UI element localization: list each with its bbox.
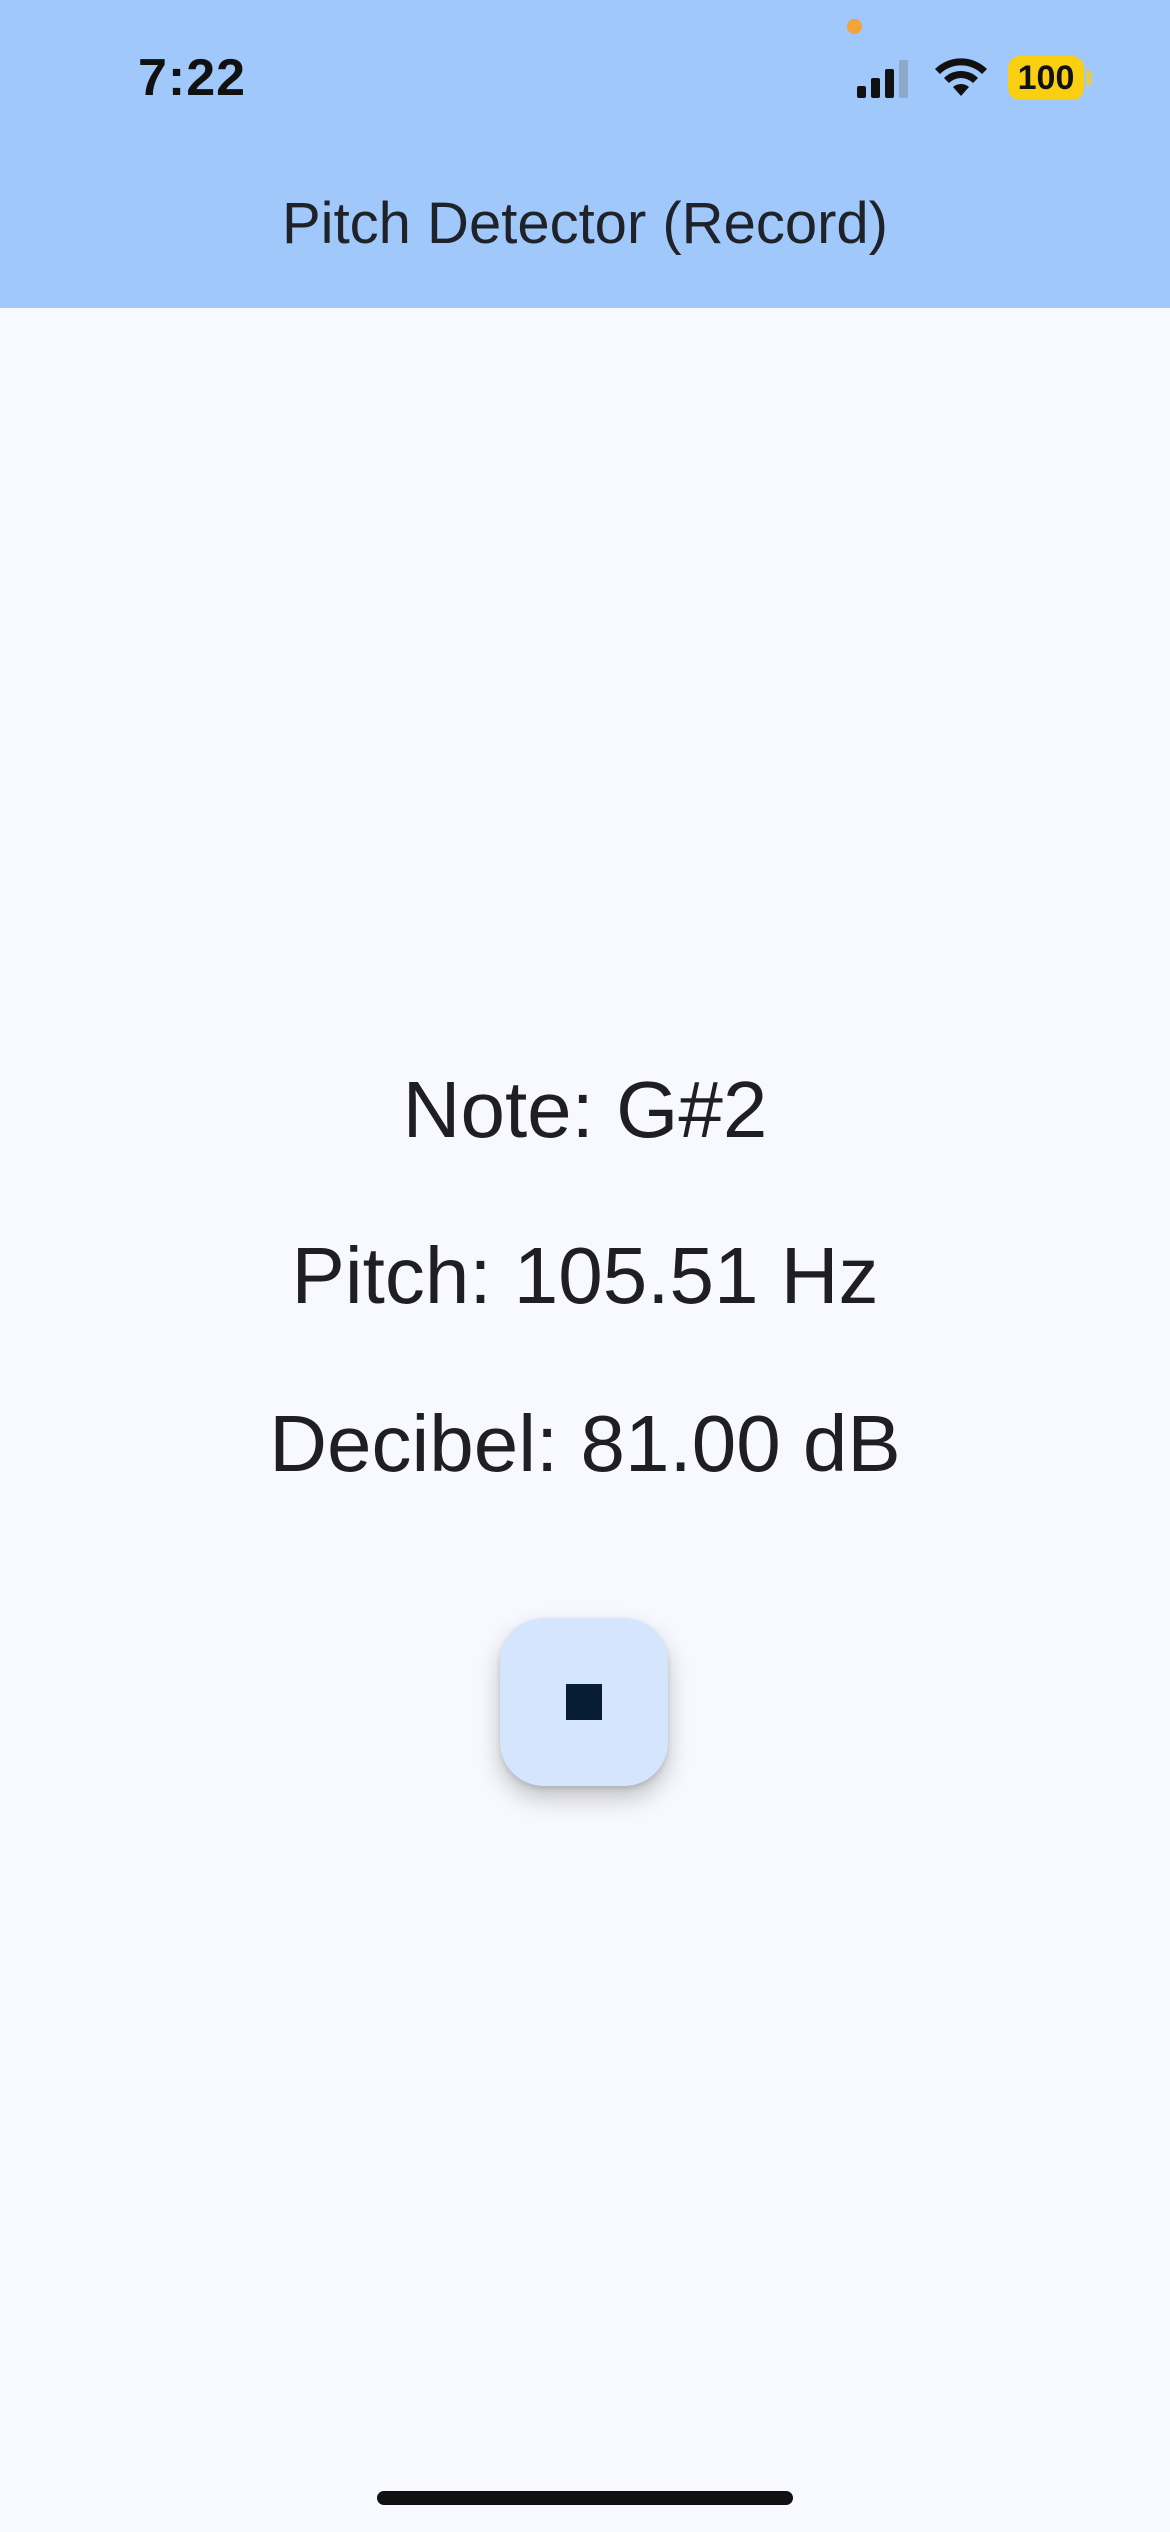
battery-nub (1086, 70, 1092, 86)
battery-level: 100 (1017, 58, 1075, 97)
status-time: 7:22 (138, 49, 247, 107)
signal-icon (857, 60, 908, 98)
pitch-readout: Pitch: 105.51 Hz (291, 1231, 879, 1320)
microphone-in-use-indicator-icon (847, 19, 862, 34)
page-title: Pitch Detector (Record) (282, 191, 888, 256)
stop-recording-button[interactable] (500, 1618, 668, 1786)
app-header: 7:22 100 Pitch Detector (Record) (0, 0, 1170, 308)
home-indicator[interactable] (377, 2491, 793, 2505)
decibel-readout: Decibel: 81.00 dB (269, 1399, 901, 1488)
note-readout: Note: G#2 (402, 1065, 768, 1154)
wifi-icon (935, 58, 987, 96)
battery-icon: 100 (1008, 56, 1084, 100)
stop-icon (566, 1684, 602, 1720)
